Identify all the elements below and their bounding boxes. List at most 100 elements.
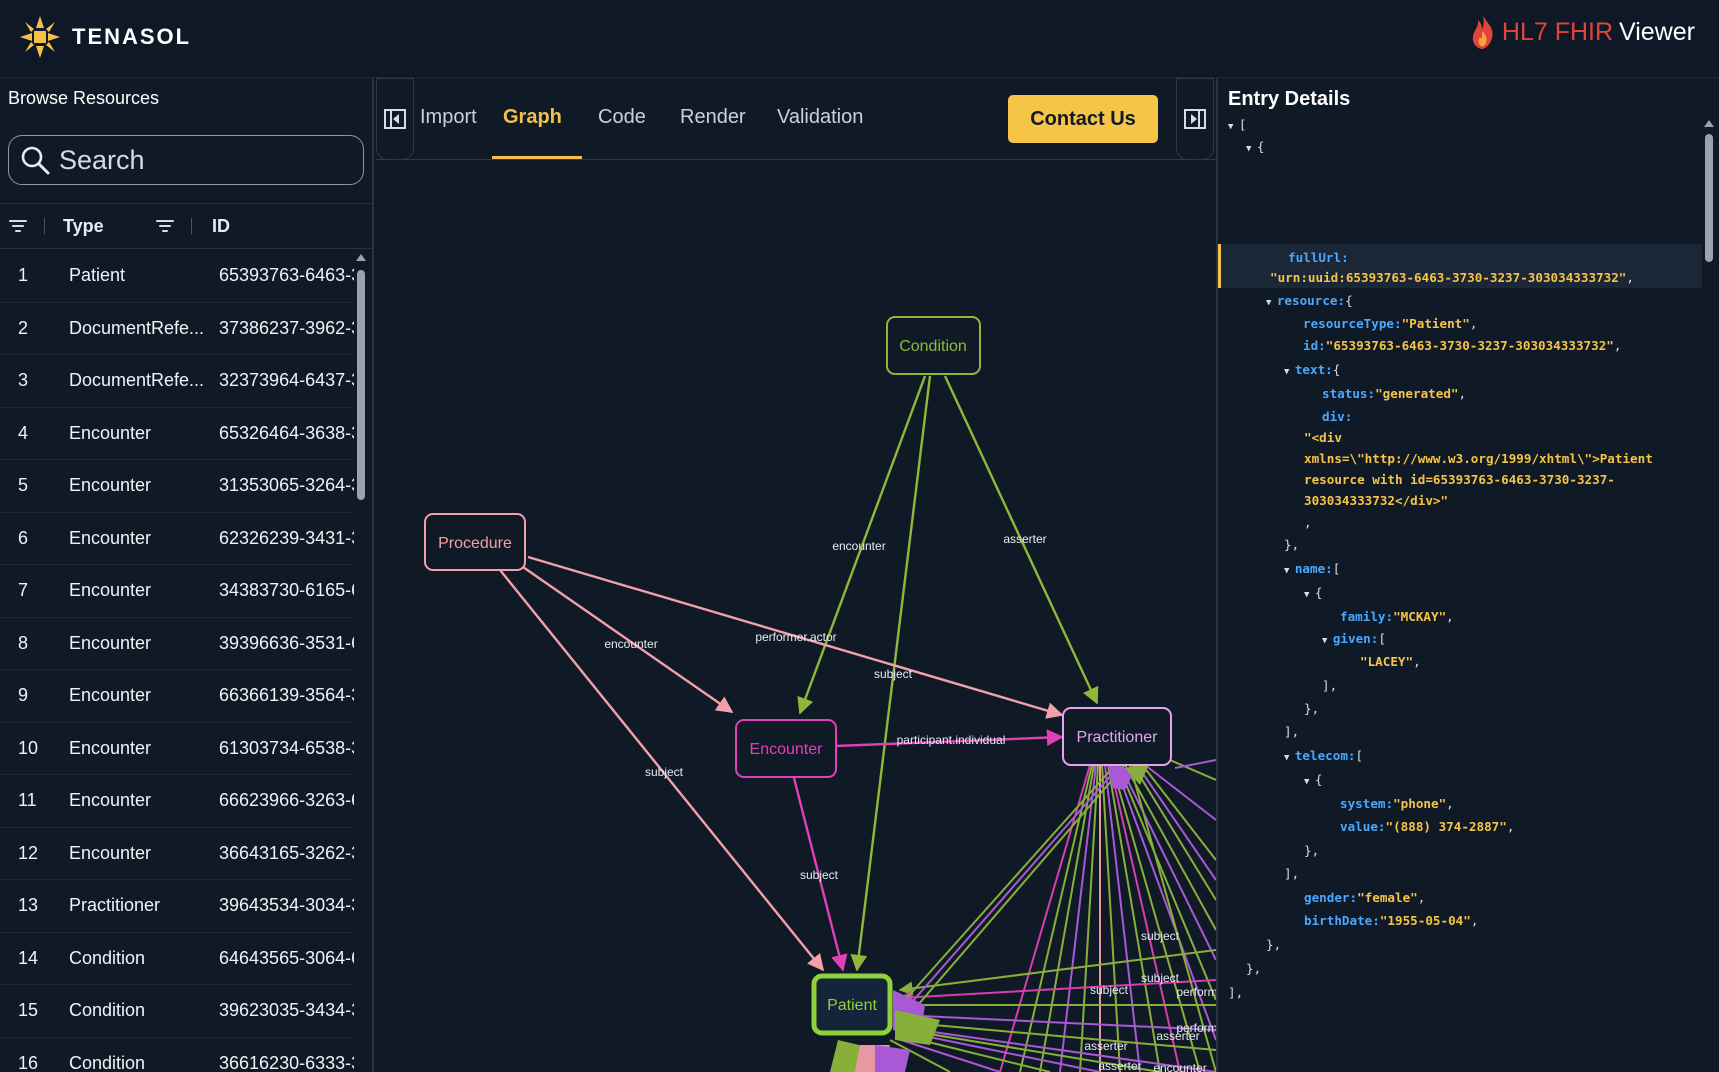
tab-code[interactable]: Code <box>598 106 646 129</box>
collapse-triangle-icon[interactable]: ▼ <box>1228 122 1239 132</box>
search-input[interactable] <box>59 144 349 176</box>
collapse-triangle-icon[interactable]: ▼ <box>1284 566 1295 576</box>
json-value: "MCKAY" <box>1393 609 1447 624</box>
json-scrollbar[interactable] <box>1702 116 1716 1072</box>
json-key: status: <box>1322 386 1376 401</box>
resource-graph[interactable]: Condition Procedure Encounter Practition… <box>376 160 1216 1072</box>
filter-icon[interactable] <box>8 216 28 236</box>
scroll-up-arrow-icon[interactable] <box>1702 118 1716 130</box>
json-tree[interactable]: ▼ [ ▼ { fullUrl: "urn:uuid:65393763-6463… <box>1218 116 1702 1072</box>
row-id: 36643165-3262-3 <box>219 842 354 863</box>
collapse-left-button[interactable] <box>376 78 414 160</box>
row-id: 65326464-3638-3 <box>219 422 354 443</box>
json-value: resource with id=65393763-6463-3730-3237… <box>1304 472 1615 487</box>
scroll-thumb[interactable] <box>357 270 365 500</box>
table-row[interactable]: 7 Encounter 34383730-6165-6 <box>0 565 354 618</box>
graph-node-patient[interactable]: Patient <box>811 973 893 1036</box>
table-header: Type ID <box>0 203 372 249</box>
json-key: resourceType: <box>1303 316 1402 331</box>
table-row[interactable]: 13 Practitioner 39643534-3034-3 <box>0 880 354 933</box>
column-separator[interactable] <box>44 218 45 234</box>
edge-label: asserter <box>1084 1039 1127 1053</box>
scroll-thumb[interactable] <box>1705 134 1713 262</box>
table-row[interactable]: 2 DocumentRefe... 37386237-3962-3 <box>0 303 354 355</box>
collapse-triangle-icon[interactable]: ▼ <box>1322 636 1333 646</box>
tab-import[interactable]: Import <box>420 106 477 129</box>
scroll-up-arrow-icon[interactable] <box>355 252 367 264</box>
graph-node-procedure[interactable]: Procedure <box>424 513 526 571</box>
row-number: 14 <box>18 947 39 968</box>
column-header-type[interactable]: Type <box>63 216 155 237</box>
table-row[interactable]: 4 Encounter 65326464-3638-3 <box>0 408 354 460</box>
row-type: Encounter <box>69 790 152 811</box>
collapse-triangle-icon[interactable]: ▼ <box>1304 777 1315 787</box>
table-row[interactable]: 15 Condition 39623035-3434-3 <box>0 985 354 1038</box>
tab-graph[interactable]: Graph <box>503 106 562 129</box>
row-id: 61303734-6538-3 <box>219 737 354 758</box>
table-row[interactable]: 9 Encounter 66366139-3564-3 <box>0 670 354 723</box>
row-type: Encounter <box>69 737 152 758</box>
row-number: 13 <box>18 895 39 916</box>
list-scrollbar[interactable] <box>355 250 367 1072</box>
row-id: 37386237-3962-3 <box>219 317 354 338</box>
tab-render[interactable]: Render <box>680 106 746 129</box>
search-box[interactable] <box>8 135 364 185</box>
tenasol-logo[interactable]: TENASOL <box>20 16 191 58</box>
row-type: Encounter <box>69 842 152 863</box>
table-row[interactable]: 3 DocumentRefe... 32373964-6437-3 <box>0 355 354 408</box>
node-label: Procedure <box>438 535 512 552</box>
row-number: 7 <box>18 580 29 601</box>
row-id: 62326239-3431-3 <box>219 527 354 548</box>
table-row[interactable]: 5 Encounter 31353065-3264-3 <box>0 460 354 513</box>
row-number: 8 <box>18 632 29 653</box>
table-row[interactable]: 16 Condition 36616230-6333-3 <box>0 1038 354 1072</box>
json-key: family: <box>1340 609 1394 624</box>
collapse-right-button[interactable] <box>1176 78 1214 160</box>
table-row[interactable]: 1 Patient 65393763-6463-3 <box>0 250 354 303</box>
row-number: 1 <box>18 265 29 286</box>
json-value: "Patient" <box>1401 316 1470 331</box>
graph-node-encounter[interactable]: Encounter <box>735 719 837 778</box>
edge-label: subject <box>800 868 839 882</box>
edge-label: asserter <box>1003 532 1046 546</box>
tab-validation[interactable]: Validation <box>777 106 863 129</box>
filter-icon[interactable] <box>155 216 175 236</box>
collapse-triangle-icon[interactable]: ▼ <box>1284 367 1295 377</box>
table-row[interactable]: 6 Encounter 62326239-3431-3 <box>0 513 354 565</box>
contact-us-button[interactable]: Contact Us <box>1008 95 1158 143</box>
edge-label: encounter <box>832 539 885 553</box>
row-number: 5 <box>18 475 29 496</box>
row-type: DocumentRefe... <box>69 370 205 391</box>
edge-label: subject <box>1090 983 1129 997</box>
graph-canvas[interactable]: Condition Procedure Encounter Practition… <box>376 160 1216 1072</box>
node-label: Encounter <box>750 741 824 758</box>
entry-details-panel: Entry Details ▼ [ ▼ { fullUrl: "urn:uuid… <box>1216 78 1719 1072</box>
table-row[interactable]: 11 Encounter 66623966-3263-6 <box>0 775 354 828</box>
edge-label: subject <box>874 667 913 681</box>
collapse-triangle-icon[interactable]: ▼ <box>1266 298 1277 308</box>
collapse-triangle-icon[interactable]: ▼ <box>1284 753 1295 763</box>
json-value: "1955-05-04" <box>1379 913 1471 928</box>
json-key: given: <box>1332 631 1379 646</box>
json-value: "<div <box>1304 430 1342 445</box>
graph-edges <box>499 375 1099 972</box>
edge-label: perform <box>1176 985 1216 999</box>
json-value: "phone" <box>1393 796 1447 811</box>
edge-label: encounter <box>604 637 657 651</box>
column-separator[interactable] <box>191 218 192 234</box>
row-id: 34383730-6165-6 <box>219 580 354 601</box>
json-value: "65393763-6463-3730-3237-303034333732" <box>1325 338 1614 353</box>
panel-title: Entry Details <box>1228 88 1351 110</box>
table-row[interactable]: 8 Encounter 39396636-3531-6 <box>0 618 354 670</box>
row-number: 9 <box>18 685 29 706</box>
table-row[interactable]: 12 Encounter 36643165-3262-3 <box>0 828 354 880</box>
column-header-id[interactable]: ID <box>212 216 230 237</box>
graph-node-practitioner[interactable]: Practitioner <box>1062 707 1172 766</box>
collapse-triangle-icon[interactable]: ▼ <box>1304 590 1315 600</box>
collapse-triangle-icon[interactable]: ▼ <box>1246 144 1257 154</box>
table-row[interactable]: 10 Encounter 61303734-6538-3 <box>0 723 354 775</box>
table-row[interactable]: 14 Condition 64643565-3064-6 <box>0 933 354 985</box>
graph-node-condition[interactable]: Condition <box>886 316 981 375</box>
row-type: Encounter <box>69 527 152 548</box>
json-value: "generated" <box>1375 386 1459 401</box>
